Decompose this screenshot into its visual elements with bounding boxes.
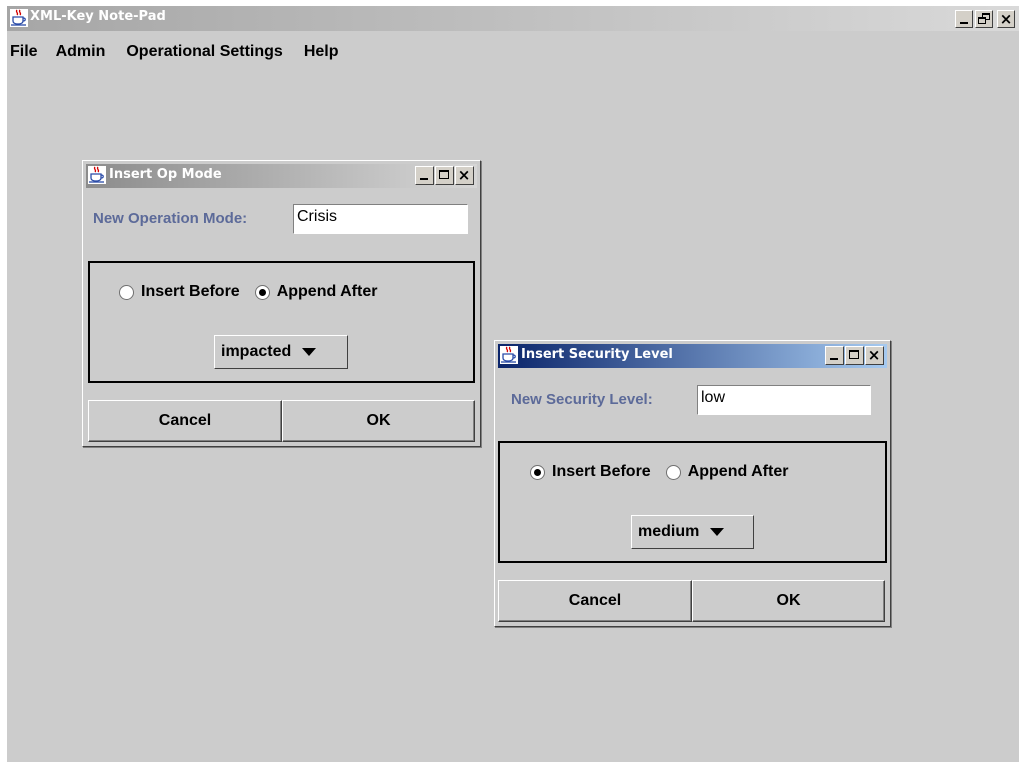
- op-mode-select-value: impacted: [221, 343, 292, 360]
- cancel-button[interactable]: Cancel: [498, 580, 692, 622]
- window-controls: ×: [955, 10, 1015, 28]
- append-after-label: Append After: [687, 463, 789, 480]
- menubar: File Admin Operational Settings Help: [7, 43, 359, 63]
- insert-before-radio[interactable]: Insert Before: [530, 463, 651, 481]
- dialog-titlebar[interactable]: Insert Security Level ×: [498, 344, 887, 368]
- op-mode-select[interactable]: impacted: [214, 335, 348, 369]
- dialog-title: Insert Op Mode: [109, 167, 222, 182]
- append-after-label: Append After: [276, 283, 378, 300]
- java-cup-icon: [10, 9, 28, 27]
- insert-before-label: Insert Before: [141, 283, 240, 300]
- close-button[interactable]: ×: [997, 10, 1015, 28]
- new-security-level-input[interactable]: low: [697, 385, 871, 415]
- dropdown-arrow-icon: [710, 528, 725, 536]
- insert-op-mode-dialog: Insert Op Mode × New Operation Mode: Cri…: [82, 160, 481, 447]
- position-radio-group: Insert Before Append After: [530, 463, 803, 481]
- minimize-button[interactable]: [415, 166, 434, 185]
- dialog-title: Insert Security Level: [521, 347, 673, 362]
- new-operation-mode-label: New Operation Mode:: [93, 210, 248, 227]
- dropdown-arrow-icon: [302, 348, 317, 356]
- append-after-radio[interactable]: Append After: [665, 463, 789, 481]
- close-icon: ×: [999, 10, 1013, 28]
- radio-checked-icon: [254, 284, 270, 300]
- minimize-icon: [960, 22, 968, 24]
- close-button[interactable]: ×: [455, 166, 474, 185]
- new-operation-mode-input[interactable]: Crisis: [293, 204, 468, 234]
- security-level-select[interactable]: medium: [631, 515, 754, 549]
- radio-checked-icon: [530, 464, 545, 480]
- minimize-icon: [830, 358, 838, 360]
- insert-before-radio[interactable]: Insert Before: [119, 283, 240, 301]
- close-icon: ×: [457, 166, 471, 184]
- minimize-icon: [420, 178, 428, 180]
- position-radio-group: Insert Before Append After: [119, 283, 392, 301]
- append-after-radio[interactable]: Append After: [254, 283, 378, 301]
- menu-operational-settings[interactable]: Operational Settings: [126, 43, 282, 63]
- maximize-icon: [439, 170, 449, 179]
- dialog-titlebar[interactable]: Insert Op Mode ×: [86, 164, 477, 188]
- maximize-button[interactable]: [845, 346, 864, 365]
- minimize-button[interactable]: [955, 10, 973, 28]
- close-icon: ×: [867, 346, 881, 364]
- insert-before-label: Insert Before: [552, 463, 651, 480]
- menu-help[interactable]: Help: [304, 43, 339, 63]
- main-titlebar[interactable]: XML-Key Note-Pad ×: [7, 6, 1019, 31]
- close-button[interactable]: ×: [865, 346, 884, 365]
- maximize-icon: [849, 350, 859, 359]
- ok-button[interactable]: OK: [692, 580, 885, 622]
- restore-button[interactable]: [975, 10, 993, 28]
- position-options-panel: Insert Before Append After medium: [498, 441, 887, 563]
- security-level-select-value: medium: [638, 523, 700, 540]
- new-security-level-label: New Security Level:: [511, 391, 653, 408]
- java-cup-icon: [500, 346, 518, 364]
- ok-button[interactable]: OK: [282, 400, 475, 442]
- menu-admin[interactable]: Admin: [56, 43, 106, 63]
- cancel-button[interactable]: Cancel: [88, 400, 282, 442]
- radio-unchecked-icon: [665, 464, 681, 480]
- window-title: XML-Key Note-Pad: [30, 9, 166, 24]
- insert-security-level-dialog: Insert Security Level × New Security Lev…: [494, 340, 891, 627]
- position-options-panel: Insert Before Append After impacted: [88, 261, 475, 383]
- minimize-button[interactable]: [825, 346, 844, 365]
- dialog-window-controls: ×: [415, 166, 474, 185]
- maximize-button[interactable]: [435, 166, 454, 185]
- radio-unchecked-icon: [119, 284, 134, 300]
- java-cup-icon: [88, 166, 106, 184]
- dialog-window-controls: ×: [825, 346, 884, 365]
- menu-file[interactable]: File: [10, 43, 38, 63]
